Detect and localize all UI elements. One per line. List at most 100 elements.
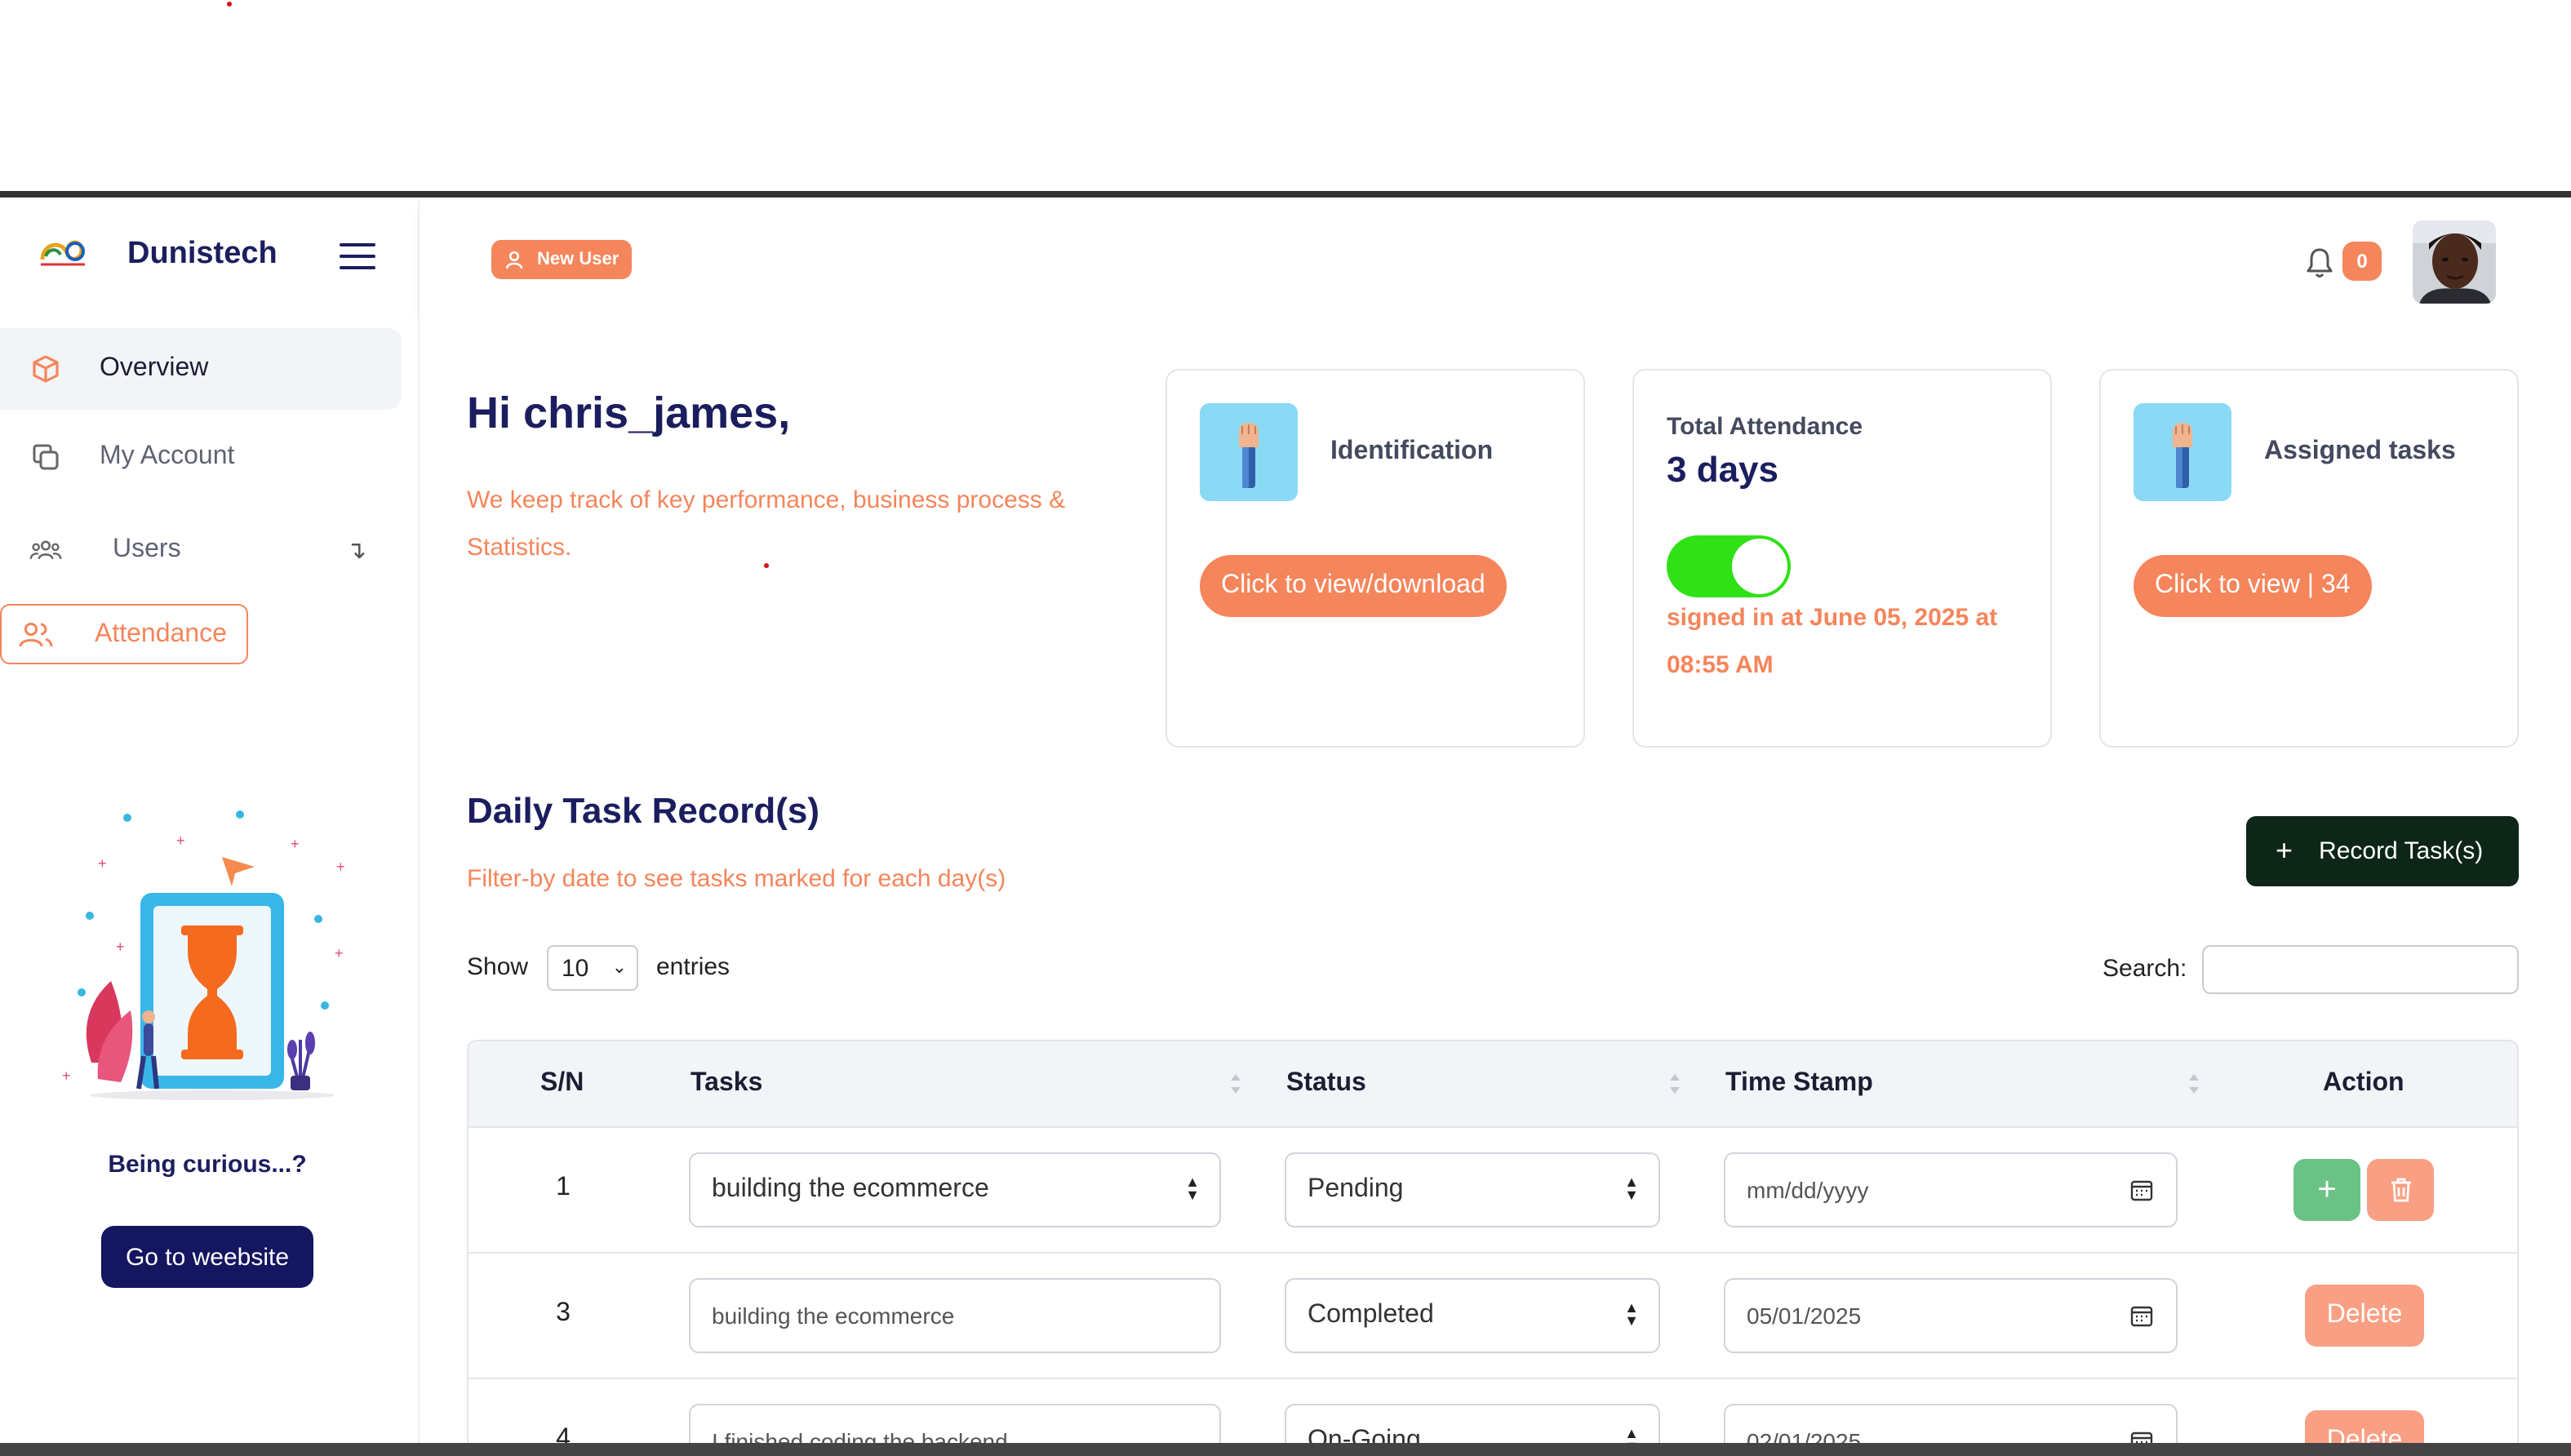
delete-icon-button[interactable] [2367,1159,2434,1221]
bottom-divider [0,1443,2571,1456]
cube-icon [29,353,62,385]
daily-task-title: Daily Task Record(s) [467,790,820,831]
user-group-icon [18,618,54,650]
stray-dot [764,563,769,568]
add-button[interactable]: + [2293,1159,2360,1221]
sidebar: Dunistech Overview My Account Users ↴ At… [0,198,420,1443]
task-select-value: building the ecommerce [712,1175,989,1203]
calendar-icon[interactable] [2130,1179,2153,1201]
date-input[interactable]: 05/01/2025 [1724,1278,2178,1353]
svg-text:+: + [98,855,107,872]
assigned-tasks-title: Assigned tasks [2264,437,2456,465]
updown-icon: ▲▼ [1624,1299,1639,1329]
sidebar-item-my-account[interactable]: My Account [0,416,402,498]
app-root: Dunistech Overview My Account Users ↴ At… [0,0,2571,1456]
col-header-sn[interactable]: S/N [540,1069,584,1099]
svg-text:+: + [291,836,300,852]
search-input[interactable] [2202,945,2519,994]
sidebar-item-label: My Account [100,442,235,470]
sidebar-item-label: Attendance [95,619,227,647]
identification-card: Identification Click to view/download [1166,369,1585,748]
trash-icon [2391,1178,2410,1202]
avatar[interactable] [2413,220,2496,304]
entries-label: entries [656,953,730,981]
sort-icon[interactable] [1668,1071,1681,1097]
attendance-card: Total Attendance 3 days signed in at Jun… [1632,369,2052,748]
expand-arrow-icon[interactable]: ↴ [346,535,366,565]
user-icon [505,251,523,269]
record-task-label: Record Task(s) [2319,837,2484,865]
date-value: mm/dd/yyyy [1747,1177,1869,1203]
svg-text:+: + [176,832,185,849]
view-download-button[interactable]: Click to view/download [1200,555,1507,617]
daily-task-subtitle: Filter-by date to see tasks marked for e… [467,865,1006,893]
entries-select[interactable]: 10 ⌄ [547,945,638,991]
greeting-subtitle: We keep track of key performance, busine… [467,486,1066,562]
sidebar-item-attendance[interactable]: Attendance [0,604,248,664]
view-tasks-button[interactable]: Click to view | 34 [2134,555,2372,617]
go-to-website-button[interactable]: Go to weebsite [101,1226,313,1288]
date-input[interactable]: mm/dd/yyyy [1724,1152,2178,1227]
browser-blank-area [0,0,2571,191]
task-select[interactable]: building the ecommerce ▲ ▼ [689,1152,1221,1227]
show-label: Show [467,953,529,981]
task-table: S/N Tasks Status Time Stamp Action 1 bui… [467,1040,2519,1456]
task-input[interactable]: building the ecommerce [689,1278,1221,1353]
stray-dot [227,2,232,7]
top-header: New User 0 [420,198,2571,317]
updown-icon: ▲▼ [1185,1174,1200,1203]
col-header-status[interactable]: Status [1286,1069,1366,1099]
row-sn: 3 [556,1299,571,1327]
svg-text:+: + [335,945,344,961]
sort-icon[interactable] [1229,1071,1242,1097]
identification-title: Identification [1330,437,1494,465]
sidebar-item-label: Users [113,535,181,563]
status-select-value: Pending [1308,1175,1404,1203]
raised-fist-icon [1200,403,1298,501]
svg-text:+: + [116,939,125,955]
copy-icon [29,441,62,473]
record-task-button[interactable]: + Record Task(s) [2246,816,2519,886]
col-header-tasks[interactable]: Tasks [690,1069,762,1099]
brand[interactable]: Dunistech [36,233,278,276]
task-value: building the ecommerce [712,1303,955,1329]
status-select[interactable]: Pending ▲ ▼ [1285,1152,1660,1227]
users-icon [29,534,62,566]
col-header-time-stamp[interactable]: Time Stamp [1725,1069,1873,1099]
toggle-knob [1732,539,1787,594]
notification-count-badge[interactable]: 0 [2342,242,2382,281]
attendance-days: 3 days [1667,449,1778,490]
attendance-toggle[interactable] [1667,535,1791,597]
svg-text:+: + [336,859,345,875]
greeting-title: Hi chris_james, [467,388,791,437]
entries-select-value: 10 [562,954,589,982]
brand-logo [40,240,85,266]
bell-icon[interactable] [2305,246,2334,279]
table-header: S/N Tasks Status Time Stamp Action [468,1041,2517,1128]
table-row: 1 building the ecommerce ▲ ▼ Pending ▲ ▼ m… [468,1128,2517,1254]
sidebar-item-overview[interactable]: Overview [0,328,402,410]
hourglass-illustration: + + + + + + + [62,810,345,1100]
row-sn: 1 [556,1174,571,1201]
delete-button[interactable]: Delete [2305,1285,2424,1347]
calendar-icon[interactable] [2130,1304,2153,1327]
table-row: 3 building the ecommerce Completed ▲ ▼ 05… [468,1254,2517,1379]
col-header-action: Action [2323,1069,2404,1097]
sidebar-item-label: Overview [100,354,209,382]
search-label: Search: [2103,955,2187,983]
plus-icon: + [2317,1171,2337,1207]
date-value: 05/01/2025 [1747,1303,1862,1329]
status-select-value: Completed [1308,1301,1434,1329]
status-select[interactable]: Completed ▲ ▼ [1285,1278,1660,1353]
menu-icon[interactable] [340,243,375,273]
signed-in-text: signed in at June 05, 2025 at 08:55 AM [1667,604,1998,679]
raised-fist-icon [2134,403,2231,501]
curious-text: Being curious...? [108,1151,307,1179]
new-user-badge[interactable]: New User [491,240,633,279]
top-divider [0,191,2571,198]
plus-icon: + [2276,834,2293,867]
sidebar-item-users[interactable]: Users ↴ [0,509,402,591]
svg-text:+: + [62,1068,71,1084]
new-user-label: New User [537,250,619,269]
sort-icon[interactable] [2187,1071,2200,1097]
